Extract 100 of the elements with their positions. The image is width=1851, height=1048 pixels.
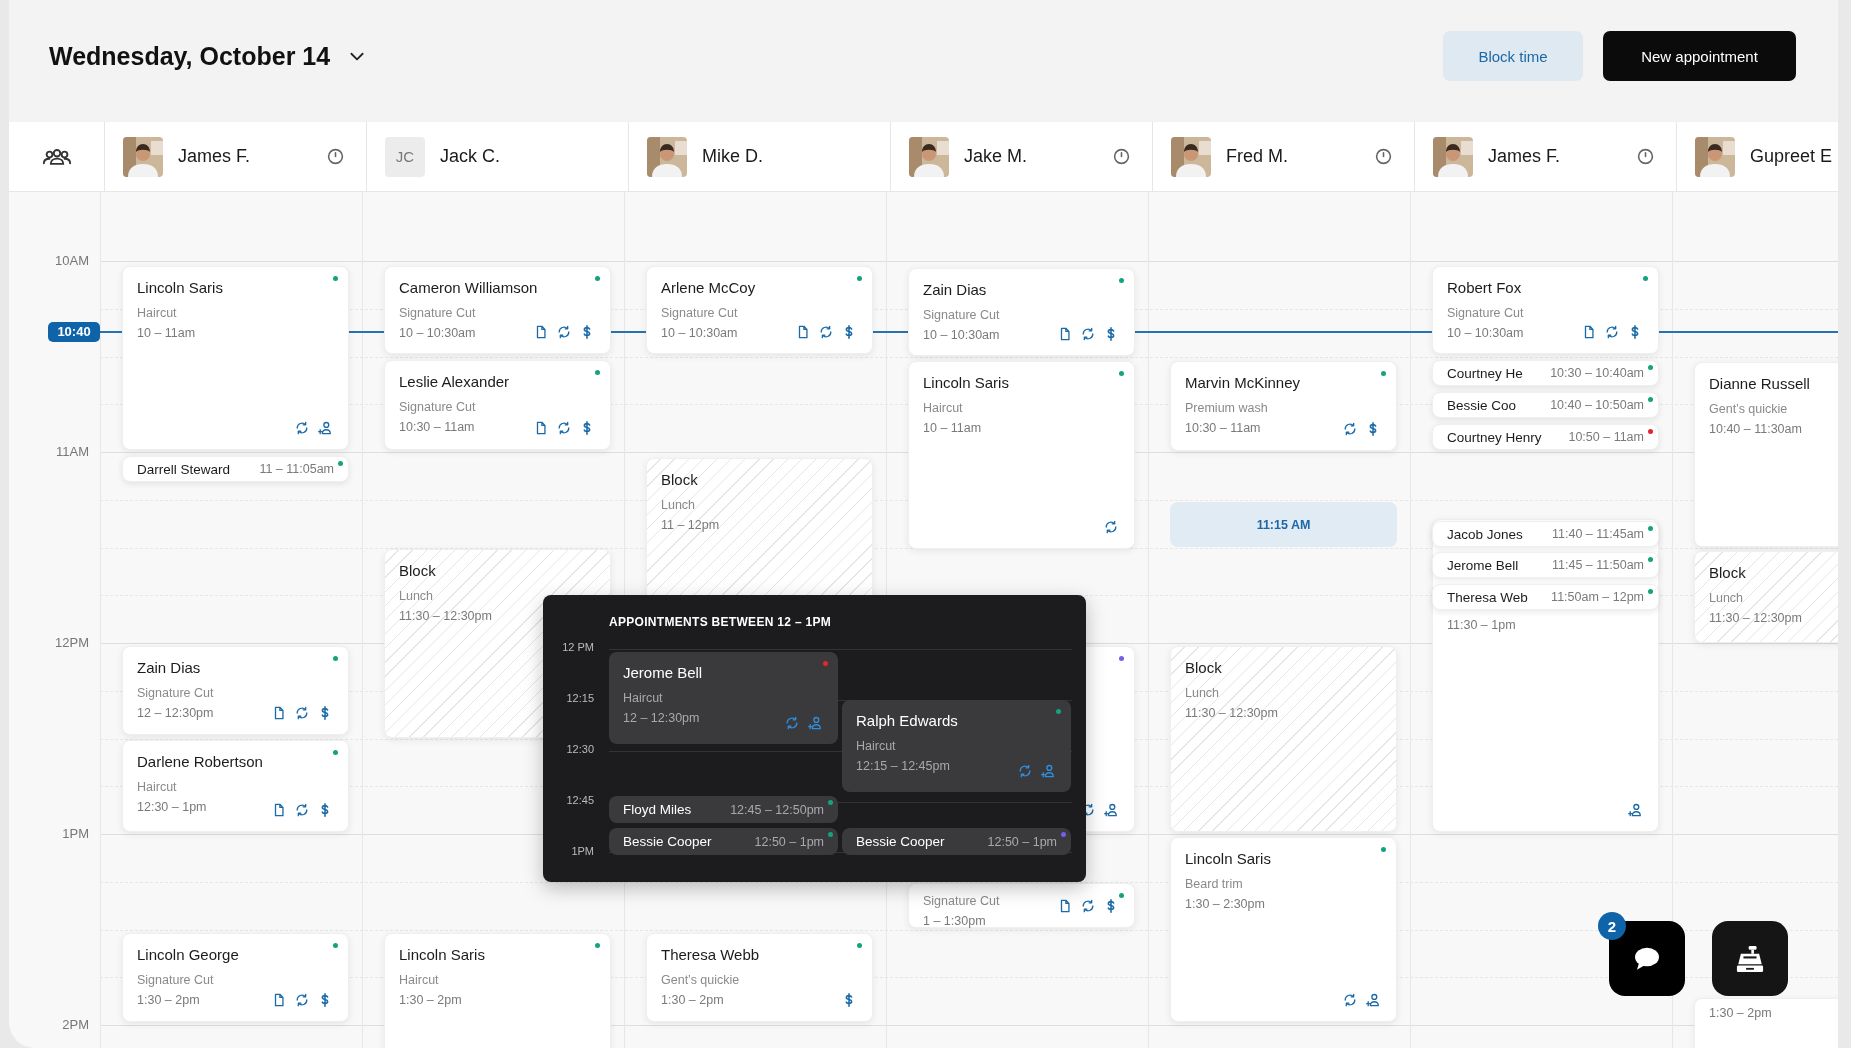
appointment-card[interactable]: Marvin McKinney Premium wash 10:30 – 11am bbox=[1170, 361, 1397, 451]
appointment-time: 11:30 – 12:30pm bbox=[399, 608, 492, 624]
add-person-icon[interactable] bbox=[808, 716, 822, 730]
appointment-card[interactable]: Ralph Edwards Haircut 12:15 – 12:45pm bbox=[842, 700, 1071, 792]
appointment-row[interactable]: Theresa Web 11:50am – 12pm bbox=[1432, 584, 1659, 610]
add-person-icon[interactable] bbox=[1366, 993, 1380, 1007]
appointment-card[interactable]: Zain Dias Signature Cut 12 – 12:30pm bbox=[122, 646, 349, 735]
appointment-time: 10:30 – 11am bbox=[1185, 420, 1261, 436]
appointment-time: 12 – 12:30pm bbox=[623, 710, 700, 726]
time-label: 11AM bbox=[56, 444, 89, 459]
time-slot-highlight[interactable]: 11:15 AM bbox=[1170, 502, 1397, 547]
client-name: Ralph Edwards bbox=[856, 711, 958, 731]
appointment-card[interactable]: 1:30 – 2pm bbox=[1694, 998, 1838, 1048]
appointment-row[interactable]: Jerome Bell 11:45 – 11:50am bbox=[1432, 552, 1659, 578]
client-name: Darrell Steward bbox=[137, 461, 231, 477]
staff-group-icon[interactable] bbox=[41, 146, 72, 167]
client-name: Jacob Jones bbox=[1447, 526, 1523, 542]
document-icon[interactable] bbox=[1582, 325, 1596, 339]
appointment-card[interactable]: Darlene Robertson Haircut 12:30 – 1pm bbox=[122, 740, 349, 832]
client-name: Zain Dias bbox=[923, 280, 987, 300]
time-label: 12 PM bbox=[561, 641, 594, 653]
clock-icon[interactable] bbox=[1375, 148, 1392, 165]
time-label: 10AM bbox=[55, 253, 89, 268]
appointment-card[interactable]: Leslie Alexander Signature Cut 10:30 – 11am bbox=[384, 360, 611, 450]
document-icon[interactable] bbox=[272, 706, 286, 720]
clock-icon[interactable] bbox=[1637, 148, 1654, 165]
document-icon[interactable] bbox=[1058, 899, 1072, 913]
document-icon[interactable] bbox=[1058, 327, 1072, 341]
add-person-icon[interactable] bbox=[1041, 764, 1055, 778]
service-name: Signature Cut bbox=[137, 972, 214, 988]
appointment-card[interactable]: Zain Dias Signature Cut 10 – 10:30am bbox=[908, 268, 1135, 356]
appointment-time: 1:30 – 2pm bbox=[661, 992, 724, 1008]
time-label: 12PM bbox=[55, 635, 89, 650]
add-person-icon[interactable] bbox=[1628, 803, 1642, 817]
staff-name: Jack C. bbox=[440, 146, 500, 167]
time-label: 1PM bbox=[570, 845, 594, 857]
appointment-card[interactable]: Robert Fox Signature Cut 10 – 10:30am bbox=[1432, 266, 1659, 354]
appointment-card[interactable]: Lincoln Saris Beard trim 1:30 – 2:30pm bbox=[1170, 837, 1397, 1022]
appointment-time: 11:30 – 12:30pm bbox=[1709, 610, 1802, 626]
appointment-card[interactable]: Lincoln Saris Haircut 1:30 – 2pm bbox=[384, 933, 611, 1048]
document-icon[interactable] bbox=[272, 993, 286, 1007]
add-person-icon[interactable] bbox=[318, 421, 332, 435]
blocked-time-card[interactable]: Block Lunch 11:30 – 12:30pm bbox=[1170, 646, 1397, 832]
client-name: Lincoln Saris bbox=[1185, 849, 1271, 869]
chat-button[interactable] bbox=[1609, 921, 1685, 996]
appointment-card[interactable]: Signature Cut 1 – 1:30pm bbox=[908, 883, 1135, 928]
appointment-row[interactable]: Floyd Miles 12:45 – 12:50pm bbox=[609, 796, 838, 823]
client-name: Lincoln George bbox=[137, 945, 239, 965]
document-icon[interactable] bbox=[534, 325, 548, 339]
document-icon[interactable] bbox=[534, 421, 548, 435]
appointment-row[interactable]: Darrell Steward 11 – 11:05am bbox=[122, 456, 349, 482]
appointment-card[interactable]: Jerome Bell Haircut 12 – 12:30pm bbox=[609, 652, 838, 744]
client-name: Lincoln Saris bbox=[137, 278, 223, 298]
appointment-time: 10 – 10:30am bbox=[399, 325, 476, 341]
time-label: 1PM bbox=[62, 826, 89, 841]
document-icon[interactable] bbox=[796, 325, 810, 339]
appointment-card[interactable]: Lincoln Saris Haircut 10 – 11am bbox=[122, 266, 349, 450]
appointment-time: 11 – 11:05am bbox=[259, 462, 334, 476]
appointment-time: 10 – 10:30am bbox=[661, 325, 738, 341]
block-time-button[interactable]: Block time bbox=[1443, 31, 1583, 81]
appointment-row[interactable]: Courtney He 10:30 – 10:40am bbox=[1432, 360, 1659, 386]
service-name: Signature Cut bbox=[923, 307, 1000, 323]
document-icon[interactable] bbox=[272, 803, 286, 817]
appointment-time: 10 – 10:30am bbox=[923, 327, 1000, 343]
appointment-time: 11:50am – 12pm bbox=[1551, 590, 1644, 604]
client-name: Courtney Henry bbox=[1447, 429, 1542, 445]
appointment-row[interactable]: Jacob Jones 11:40 – 11:45am bbox=[1432, 521, 1659, 547]
appointment-time: 11:30 – 1pm bbox=[1447, 617, 1516, 633]
service-name: Haircut bbox=[623, 690, 663, 706]
block-reason: Lunch bbox=[661, 497, 696, 513]
service-name: Signature Cut bbox=[399, 305, 476, 321]
appointment-card[interactable]: Cameron Williamson Signature Cut 10 – 10:30am bbox=[384, 266, 611, 354]
avatar-initials: JC bbox=[385, 136, 425, 177]
blocked-time-card[interactable]: Block Lunch 11:30 – 12:30pm bbox=[1694, 551, 1838, 643]
service-name: Haircut bbox=[923, 400, 963, 416]
appointment-row[interactable]: Courtney Henry 10:50 – 11am bbox=[1432, 424, 1659, 450]
appointment-row[interactable]: Bessie Coo 10:40 – 10:50am bbox=[1432, 392, 1659, 418]
cash-register-button[interactable] bbox=[1712, 921, 1788, 996]
block-reason: Lunch bbox=[1709, 590, 1744, 606]
appointment-time: 1:30 – 2:30pm bbox=[1185, 896, 1265, 912]
add-person-icon[interactable] bbox=[1104, 803, 1118, 817]
appointment-time: 10 – 10:30am bbox=[1447, 325, 1524, 341]
client-name: Jerome Bell bbox=[623, 663, 703, 683]
new-appointment-button[interactable]: New appointment bbox=[1603, 31, 1796, 81]
appointment-card[interactable]: Theresa Webb Gent’s quickie 1:30 – 2pm bbox=[646, 933, 873, 1022]
appointment-card[interactable]: Lincoln George Signature Cut 1:30 – 2pm bbox=[122, 933, 349, 1022]
appointment-card[interactable]: Arlene McCoy Signature Cut 10 – 10:30am bbox=[646, 266, 873, 354]
clock-icon[interactable] bbox=[327, 148, 344, 165]
appointment-card[interactable]: Lincoln Saris Haircut 10 – 11am bbox=[908, 361, 1135, 549]
current-time-badge: 10:40 bbox=[48, 322, 100, 342]
appointment-time: 11:30 – 12:30pm bbox=[1185, 705, 1278, 721]
appointment-time: 1 – 1:30pm bbox=[923, 913, 986, 929]
appointment-row[interactable]: Bessie Cooper 12:50 – 1pm bbox=[609, 828, 838, 855]
appointment-time: 12:30 – 1pm bbox=[137, 799, 207, 815]
appointment-card[interactable]: Dianne Russell Gent’s quickie 10:40 – 11:30am bbox=[1694, 362, 1838, 547]
clock-icon[interactable] bbox=[1113, 148, 1130, 165]
appointment-row[interactable]: Bessie Cooper 12:50 – 1pm bbox=[842, 828, 1071, 855]
time-label: 12:45 bbox=[565, 794, 594, 806]
client-name: Floyd Miles bbox=[623, 802, 692, 817]
client-name: Leslie Alexander bbox=[399, 372, 510, 392]
